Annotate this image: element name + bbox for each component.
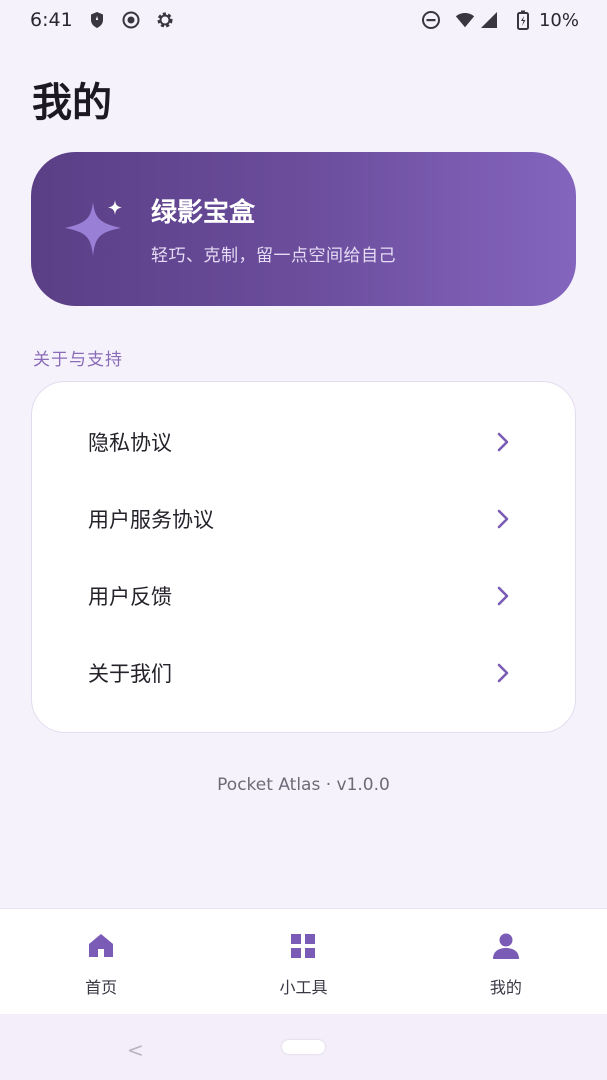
app-version: Pocket Atlas · v1.0.0 bbox=[217, 775, 390, 795]
dnd-icon bbox=[421, 10, 441, 30]
chevron-right-icon bbox=[495, 432, 511, 452]
nav-item-tools[interactable]: 小工具 bbox=[202, 909, 404, 1014]
nav-item-home[interactable]: 首页 bbox=[0, 909, 202, 1014]
nav-label: 首页 bbox=[85, 978, 118, 997]
shield-icon bbox=[87, 10, 107, 30]
page-title: 我的 bbox=[32, 80, 112, 126]
gear-icon bbox=[155, 10, 175, 30]
status-left: 6:41 bbox=[30, 9, 175, 31]
status-right: 10% bbox=[421, 10, 579, 31]
menu-item-privacy-policy[interactable]: 隐私协议 bbox=[32, 403, 575, 480]
record-icon bbox=[121, 10, 141, 30]
hero-subtitle: 轻巧、克制，留一点空间给自己 bbox=[151, 246, 396, 266]
back-icon[interactable]: < bbox=[127, 1038, 144, 1062]
sparkle-icon bbox=[65, 198, 127, 260]
chevron-right-icon bbox=[495, 663, 511, 683]
menu-item-about-us[interactable]: 关于我们 bbox=[32, 634, 575, 711]
menu-item-label: 隐私协议 bbox=[88, 430, 172, 455]
chevron-right-icon bbox=[495, 509, 511, 529]
status-bar: 6:41 10% bbox=[0, 0, 607, 40]
person-icon bbox=[491, 931, 521, 961]
grid-icon bbox=[288, 931, 318, 961]
bottom-nav: 首页 小工具 我的 bbox=[0, 908, 607, 1014]
menu-item-user-agreement[interactable]: 用户服务协议 bbox=[32, 480, 575, 557]
nav-label: 小工具 bbox=[279, 978, 328, 997]
home-handle[interactable] bbox=[282, 1040, 325, 1054]
home-icon bbox=[86, 931, 116, 961]
hero-card[interactable]: 绿影宝盒 轻巧、克制，留一点空间给自己 bbox=[31, 152, 576, 306]
menu-item-feedback[interactable]: 用户反馈 bbox=[32, 557, 575, 634]
hero-text: 绿影宝盒 轻巧、克制，留一点空间给自己 bbox=[151, 192, 396, 266]
section-label: 关于与支持 bbox=[33, 350, 123, 370]
nav-label: 我的 bbox=[489, 978, 522, 997]
menu-item-label: 关于我们 bbox=[88, 661, 172, 686]
nav-item-mine[interactable]: 我的 bbox=[405, 909, 607, 1014]
signal-icon bbox=[479, 10, 499, 30]
system-nav-bar: < bbox=[0, 1014, 607, 1080]
status-time: 6:41 bbox=[30, 9, 73, 31]
chevron-right-icon bbox=[495, 586, 511, 606]
about-support-card: 隐私协议 用户服务协议 用户反馈 关于我们 bbox=[31, 381, 576, 733]
menu-item-label: 用户服务协议 bbox=[88, 507, 214, 532]
menu-item-label: 用户反馈 bbox=[88, 584, 172, 609]
wifi-icon bbox=[455, 10, 475, 30]
battery-icon bbox=[513, 10, 533, 30]
battery-level: 10% bbox=[538, 9, 579, 31]
hero-title: 绿影宝盒 bbox=[151, 198, 256, 228]
